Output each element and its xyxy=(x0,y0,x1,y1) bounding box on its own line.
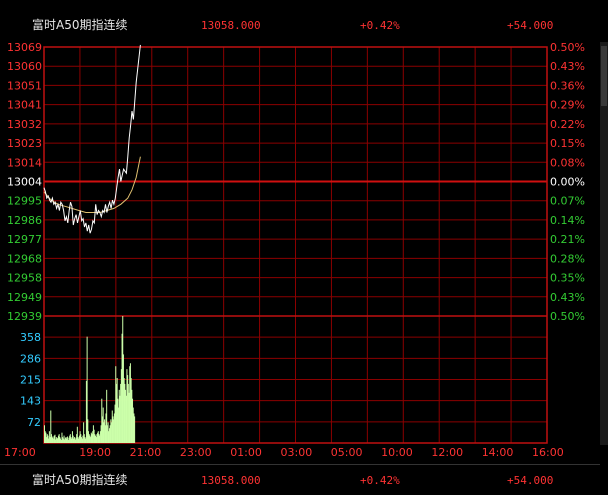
percent-tick-label: 0.43% xyxy=(550,291,585,304)
time-tick-label: 17:00 xyxy=(4,446,36,459)
time-tick-label: 14:00 xyxy=(482,446,514,459)
volume-tick-label: 286 xyxy=(20,352,41,365)
footer-title: 富时A50期指连续 xyxy=(32,472,127,487)
percent-tick-label: 0.22% xyxy=(550,118,585,131)
percent-tick-label: 0.08% xyxy=(550,156,585,169)
price-tick-label: 12958 xyxy=(7,272,42,285)
footer-divider xyxy=(0,464,600,465)
price-tick-label: 13014 xyxy=(7,156,42,169)
time-tick-label: 16:00 xyxy=(532,446,564,459)
chart-canvas: 富时A50期指连续 13058.000 +0.42% +54.000 13069… xyxy=(0,0,608,495)
time-tick-label: 21:00 xyxy=(130,446,162,459)
percent-tick-label: 0.28% xyxy=(550,252,585,265)
time-tick-label: 03:00 xyxy=(281,446,313,459)
left-price-axis: 13069 13060 13051 13041 13032 13023 13014 13004… xyxy=(7,41,42,323)
percent-tick-label: 0.14% xyxy=(550,214,585,227)
price-tick-label: 12977 xyxy=(7,233,42,246)
percent-tick-label: 0.36% xyxy=(550,79,585,92)
volume-bar xyxy=(134,416,136,443)
price-tick-label: 13032 xyxy=(7,118,42,131)
price-tick-label: 12968 xyxy=(7,252,42,265)
price-tick-label: 12995 xyxy=(7,195,42,208)
percent-tick-label: 0.35% xyxy=(550,272,585,285)
time-tick-label: 12:00 xyxy=(431,446,463,459)
time-tick-label: 23:00 xyxy=(180,446,212,459)
footer-price: 13058.000 xyxy=(201,474,261,487)
percent-tick-label: 0.43% xyxy=(550,60,585,73)
time-tick-label: 05:00 xyxy=(331,446,363,459)
header-title: 富时A50期指连续 xyxy=(32,17,127,32)
volume-tick-label: 143 xyxy=(20,395,41,408)
price-tick-label: 13060 xyxy=(7,60,42,73)
time-tick-label: 01:00 xyxy=(230,446,262,459)
header-change: +54.000 xyxy=(507,19,553,32)
volume-tick-label: 215 xyxy=(20,374,41,387)
price-tick-label: 13041 xyxy=(7,99,42,112)
volume-tick-label: 72 xyxy=(27,416,41,429)
percent-tick-label: 0.07% xyxy=(550,195,585,208)
price-tick-label: 13023 xyxy=(7,137,42,150)
percent-tick-label: 0.50% xyxy=(550,41,585,54)
percent-tick-label: 0.50% xyxy=(550,310,585,323)
right-percent-axis: 0.50% 0.43% 0.36% 0.29% 0.22% 0.15% 0.08% 0.00%… xyxy=(550,41,585,323)
footer-change-pct: +0.42% xyxy=(360,474,400,487)
header-price: 13058.000 xyxy=(201,19,261,32)
volume-tick-label: 358 xyxy=(20,331,41,344)
price-tick-label: 12939 xyxy=(7,310,42,323)
price-tick-label: 12986 xyxy=(7,214,42,227)
scrollbar-thumb[interactable] xyxy=(601,46,607,106)
percent-tick-label: 0.15% xyxy=(550,137,585,150)
percent-tick-label: 0.00% xyxy=(550,176,585,189)
price-tick-label: 13004 xyxy=(7,176,42,189)
price-tick-label: 13051 xyxy=(7,79,42,92)
footer-change: +54.000 xyxy=(507,474,553,487)
price-tick-label: 12949 xyxy=(7,291,42,304)
percent-tick-label: 0.29% xyxy=(550,99,585,112)
price-tick-label: 13069 xyxy=(7,41,42,54)
header-change-pct: +0.42% xyxy=(360,19,400,32)
time-tick-label: 10:00 xyxy=(381,446,413,459)
chart-background xyxy=(0,0,608,495)
time-tick-label: 19:00 xyxy=(79,446,111,459)
percent-tick-label: 0.21% xyxy=(550,233,585,246)
